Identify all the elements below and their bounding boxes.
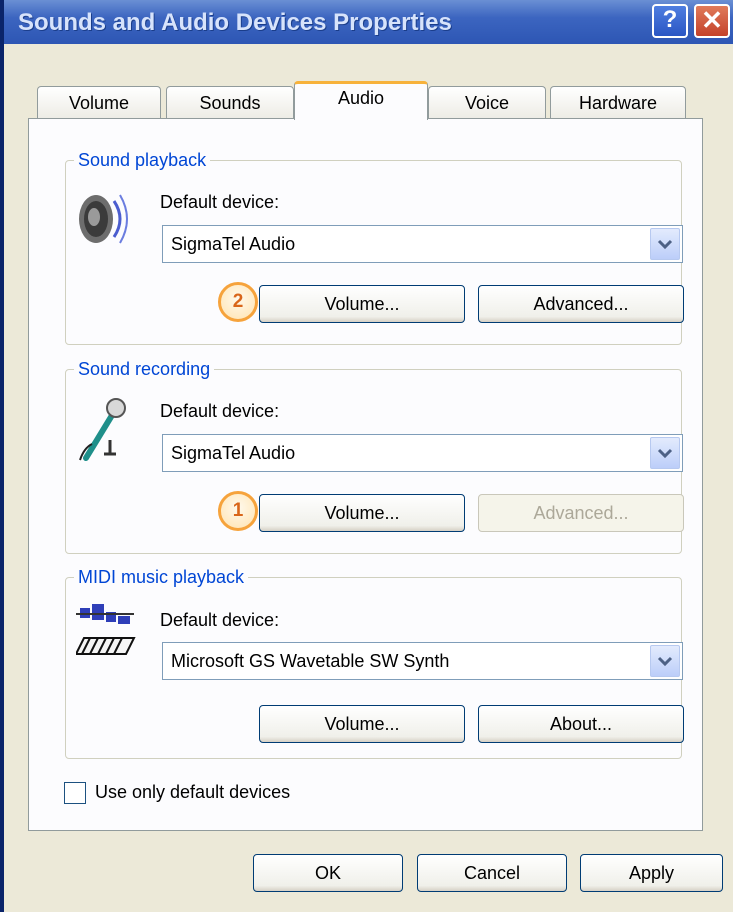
- playback-advanced-button[interactable]: Advanced...: [478, 285, 684, 323]
- recording-advanced-button: Advanced...: [478, 494, 684, 532]
- chevron-down-icon[interactable]: [650, 228, 680, 260]
- help-button[interactable]: ?: [652, 4, 688, 38]
- title-bar[interactable]: Sounds and Audio Devices Properties ? ✕: [4, 0, 733, 44]
- use-default-devices-checkbox[interactable]: [64, 782, 86, 804]
- speaker-icon: [79, 194, 128, 244]
- microphone-icon: [79, 398, 126, 461]
- cancel-button[interactable]: Cancel: [417, 854, 567, 892]
- tab-audio[interactable]: Audio: [294, 81, 428, 120]
- midi-volume-button[interactable]: Volume...: [259, 705, 465, 743]
- playback-device-value: SigmaTel Audio: [171, 234, 296, 254]
- chevron-down-icon[interactable]: [650, 437, 680, 469]
- dialog-window: Sounds and Audio Devices Properties ? ✕ …: [0, 0, 733, 912]
- sound-playback-heading: Sound playback: [74, 150, 211, 170]
- midi-playback-heading: MIDI music playback: [74, 567, 249, 587]
- playback-volume-button[interactable]: Volume...: [259, 285, 465, 323]
- step-2-badge: 2: [218, 282, 258, 322]
- window-title: Sounds and Audio Devices Properties: [18, 9, 452, 36]
- step-1-badge: 1: [218, 491, 258, 531]
- ok-button[interactable]: OK: [253, 854, 403, 892]
- playback-device-select[interactable]: SigmaTel Audio: [162, 225, 683, 263]
- apply-button[interactable]: Apply: [580, 854, 723, 892]
- midi-keyboard-icon: [76, 604, 136, 655]
- recording-device-select[interactable]: SigmaTel Audio: [162, 434, 683, 472]
- sound-playback-group: Sound playback Default device: SigmaTel …: [65, 150, 684, 345]
- tab-volume[interactable]: Volume: [37, 86, 161, 120]
- chevron-down-icon[interactable]: [650, 645, 680, 677]
- playback-default-device-label: Default device:: [160, 192, 280, 212]
- recording-device-value: SigmaTel Audio: [171, 443, 296, 463]
- midi-about-button[interactable]: About...: [478, 705, 684, 743]
- sound-recording-heading: Sound recording: [74, 359, 215, 379]
- tab-hardware[interactable]: Hardware: [550, 86, 686, 120]
- midi-default-device-label: Default device:: [160, 610, 280, 630]
- tab-sounds[interactable]: Sounds: [166, 86, 294, 120]
- close-button[interactable]: ✕: [694, 4, 730, 38]
- tab-voice[interactable]: Voice: [428, 86, 546, 120]
- audio-tab-panel: Sound playback Default device: SigmaTel …: [28, 118, 703, 831]
- use-default-devices-label: Use only default devices: [95, 782, 291, 802]
- recording-volume-button[interactable]: Volume...: [259, 494, 465, 532]
- sound-recording-group: Sound recording Default device: SigmaTel…: [65, 359, 684, 554]
- midi-device-select[interactable]: Microsoft GS Wavetable SW Synth: [162, 642, 683, 680]
- midi-playback-group: MIDI music playback Default device: Micr…: [65, 567, 684, 759]
- recording-default-device-label: Default device:: [160, 401, 280, 421]
- midi-device-value: Microsoft GS Wavetable SW Synth: [171, 651, 450, 671]
